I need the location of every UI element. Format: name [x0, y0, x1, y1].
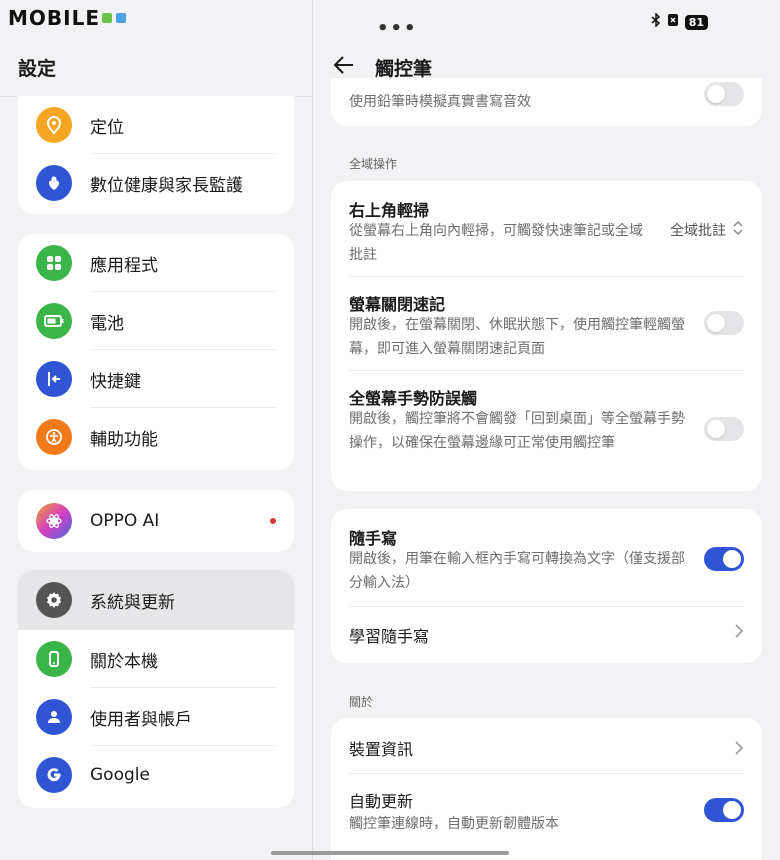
chevron-right-icon	[734, 737, 744, 761]
google-icon	[36, 757, 72, 793]
handwriting-toggle[interactable]	[704, 547, 744, 571]
wellbeing-icon	[36, 165, 72, 201]
home-indicator[interactable]	[271, 851, 509, 855]
settings-group-1: 定位 數位健康與家長監護	[18, 96, 294, 214]
apps-icon	[36, 245, 72, 281]
more-dots-icon[interactable]: •••	[377, 18, 418, 39]
settings-sidebar: MOBILE 設定 定位 數位健康與家長監護 應用程式 電池 快捷鍵 輔助功能 …	[0, 0, 312, 860]
phone-icon	[36, 641, 72, 677]
section-header-global: 全域操作	[349, 157, 398, 171]
mobile01-watermark: MOBILE	[8, 4, 128, 32]
sidebar-item-location[interactable]: 定位	[18, 96, 294, 154]
sidebar-item-oppo-ai[interactable]: OPPO AI	[18, 490, 294, 552]
pencil-sound-card: 使用鉛筆時模擬真實書寫音效	[331, 78, 762, 126]
sidebar-item-users-accounts[interactable]: 使用者與帳戶	[18, 688, 294, 746]
gesture-protection-item: 全螢幕手勢防誤觸 開啟後，觸控筆將不會觸發「回到桌面」等全螢幕手勢操作，以確保在…	[331, 371, 762, 491]
stylus-settings-panel: ••• 81 觸控筆 使用鉛筆時模擬真實書寫音效 全域操作 右上角輕掃 從螢幕右…	[313, 0, 780, 860]
global-actions-card: 右上角輕掃 從螢幕右上角向內輕掃，可觸發快速筆記或全域批註 全域批註 螢幕關閉速…	[331, 181, 762, 491]
battery-level: 81	[684, 14, 708, 30]
settings-group-3: OPPO AI	[18, 490, 294, 552]
section-header-about: 關於	[349, 695, 374, 709]
sidebar-item-google[interactable]: Google	[18, 746, 294, 804]
settings-group-4: 系統與更新 關於本機 使用者與帳戶 Google	[18, 570, 294, 808]
user-icon	[36, 699, 72, 735]
screen-off-memo-item: 螢幕關閉速記 開啟後，在螢幕關閉、休眠狀態下，使用觸控筆輕觸螢幕，即可進入螢幕關…	[331, 277, 762, 371]
device-info-item[interactable]: 裝置資訊	[331, 718, 762, 774]
sim-icon	[667, 13, 679, 31]
notification-dot	[270, 518, 276, 524]
back-arrow-icon	[333, 56, 353, 74]
page-title: 觸控筆	[375, 58, 433, 80]
handwriting-card: 隨手寫 開啟後，用筆在輸入框內手寫可轉換為文字（僅支援部分輸入法） 學習隨手寫	[331, 509, 762, 663]
battery-icon	[36, 303, 72, 339]
updown-chevron-icon	[732, 220, 744, 240]
shortcut-icon	[36, 361, 72, 397]
sidebar-item-system-update[interactable]: 系統與更新	[18, 570, 294, 630]
sidebar-item-wellbeing[interactable]: 數位健康與家長監護	[18, 154, 294, 212]
page-title: 設定	[18, 58, 57, 80]
learn-handwriting-item[interactable]: 學習隨手寫	[331, 607, 762, 663]
about-card: 裝置資訊 自動更新 觸控筆連線時，自動更新韌體版本	[331, 718, 762, 860]
settings-group-2: 應用程式 電池 快捷鍵 輔助功能	[18, 234, 294, 470]
status-bar: 81	[651, 12, 708, 31]
sidebar-item-about-phone[interactable]: 關於本機	[18, 630, 294, 688]
sidebar-item-battery[interactable]: 電池	[18, 292, 294, 350]
sidebar-item-shortcuts[interactable]: 快捷鍵	[18, 350, 294, 408]
accessibility-icon	[36, 419, 72, 455]
gesture-protection-toggle[interactable]	[704, 417, 744, 441]
sidebar-item-apps[interactable]: 應用程式	[18, 234, 294, 292]
screen-off-memo-toggle[interactable]	[704, 311, 744, 335]
sidebar-item-accessibility[interactable]: 輔助功能	[18, 408, 294, 466]
location-icon	[36, 107, 72, 143]
auto-update-toggle[interactable]	[704, 798, 744, 822]
pencil-sound-toggle[interactable]	[704, 82, 744, 106]
bluetooth-icon	[651, 12, 661, 31]
auto-update-item: 自動更新 觸控筆連線時，自動更新韌體版本	[331, 774, 762, 860]
swipe-top-right-item[interactable]: 右上角輕掃 從螢幕右上角向內輕掃，可觸發快速筆記或全域批註 全域批註	[331, 181, 762, 277]
swipe-value-selector[interactable]: 全域批註	[670, 220, 744, 240]
gear-icon	[36, 582, 72, 618]
chevron-right-icon	[734, 620, 744, 644]
oppo-ai-icon	[36, 503, 72, 539]
handwriting-item: 隨手寫 開啟後，用筆在輸入框內手寫可轉換為文字（僅支援部分輸入法）	[331, 509, 762, 607]
